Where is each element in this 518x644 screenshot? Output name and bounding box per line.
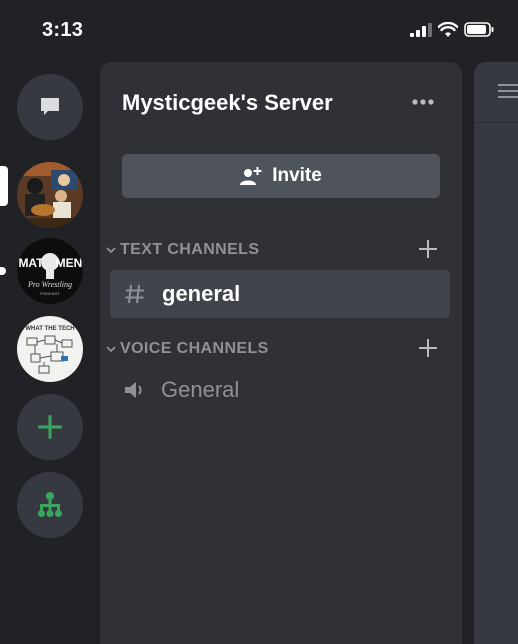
hamburger-menu-icon[interactable] bbox=[498, 83, 518, 99]
server-mat-men-logo-sub: Pro Wrestling bbox=[27, 280, 72, 289]
main-panel-peek[interactable] bbox=[474, 62, 518, 644]
add-server-icon bbox=[38, 415, 62, 439]
server-guitar-avatar bbox=[17, 162, 83, 228]
direct-messages-button[interactable] bbox=[17, 74, 83, 140]
server-rail: MAT MEN Pro Wrestling PODCAST WHAT THE T… bbox=[0, 62, 100, 644]
invite-label: Invite bbox=[272, 165, 322, 186]
channel-general-voice[interactable]: General bbox=[110, 366, 450, 414]
category-voice-channels[interactable]: VOICE CHANNELS bbox=[106, 338, 446, 360]
server-name[interactable]: Mysticgeek's Server bbox=[122, 90, 333, 116]
main-panel-header bbox=[474, 62, 518, 123]
server-what-the-tech[interactable]: WHAT THE TECH bbox=[17, 316, 83, 382]
invite-button[interactable]: Invite bbox=[122, 154, 440, 198]
server-mat-men-logo-sub2: PODCAST bbox=[40, 291, 60, 296]
add-server-button[interactable] bbox=[17, 394, 83, 460]
explore-servers-button[interactable] bbox=[17, 472, 83, 538]
speaker-icon bbox=[125, 382, 142, 398]
server-mat-men[interactable]: MAT MEN Pro Wrestling PODCAST bbox=[17, 238, 83, 304]
category-label: VOICE CHANNELS bbox=[120, 340, 269, 357]
add-person-icon bbox=[240, 167, 262, 185]
active-server-indicator bbox=[0, 166, 8, 206]
category-text-channels[interactable]: TEXT CHANNELS bbox=[106, 239, 446, 261]
server-guitar[interactable] bbox=[17, 162, 83, 228]
explore-servers-icon bbox=[38, 492, 62, 517]
hashtag-icon bbox=[125, 284, 144, 304]
server-what-the-tech-logo-text: WHAT THE TECH bbox=[25, 326, 74, 332]
server-mat-men-logo: MAT MEN Pro Wrestling PODCAST bbox=[17, 238, 83, 304]
add-channel-icon[interactable] bbox=[418, 338, 438, 358]
category-label: TEXT CHANNELS bbox=[120, 241, 260, 258]
add-channel-icon[interactable] bbox=[418, 239, 438, 259]
server-mat-men-logo-men: MEN bbox=[56, 256, 83, 270]
status-icons bbox=[410, 22, 494, 37]
server-mat-men-logo-mat: MAT bbox=[18, 256, 44, 270]
channel-general-text[interactable]: general bbox=[110, 270, 450, 318]
unread-indicator bbox=[0, 267, 6, 275]
wifi-icon bbox=[438, 22, 458, 37]
server-what-the-tech-logo: WHAT THE TECH bbox=[17, 316, 83, 382]
battery-icon bbox=[464, 22, 494, 37]
channel-panel: Mysticgeek's Server Invite TEXT CHANNELS… bbox=[100, 62, 462, 644]
chat-bubble-icon bbox=[41, 98, 59, 115]
channel-name: general bbox=[162, 281, 241, 306]
chevron-down-icon bbox=[106, 346, 116, 353]
chevron-down-icon bbox=[106, 247, 116, 254]
more-options-icon[interactable] bbox=[411, 98, 435, 106]
status-time: 3:13 bbox=[42, 19, 84, 41]
status-bar: 3:13 bbox=[0, 0, 518, 62]
cellular-signal-icon bbox=[410, 22, 432, 37]
channel-name: General bbox=[161, 377, 240, 402]
